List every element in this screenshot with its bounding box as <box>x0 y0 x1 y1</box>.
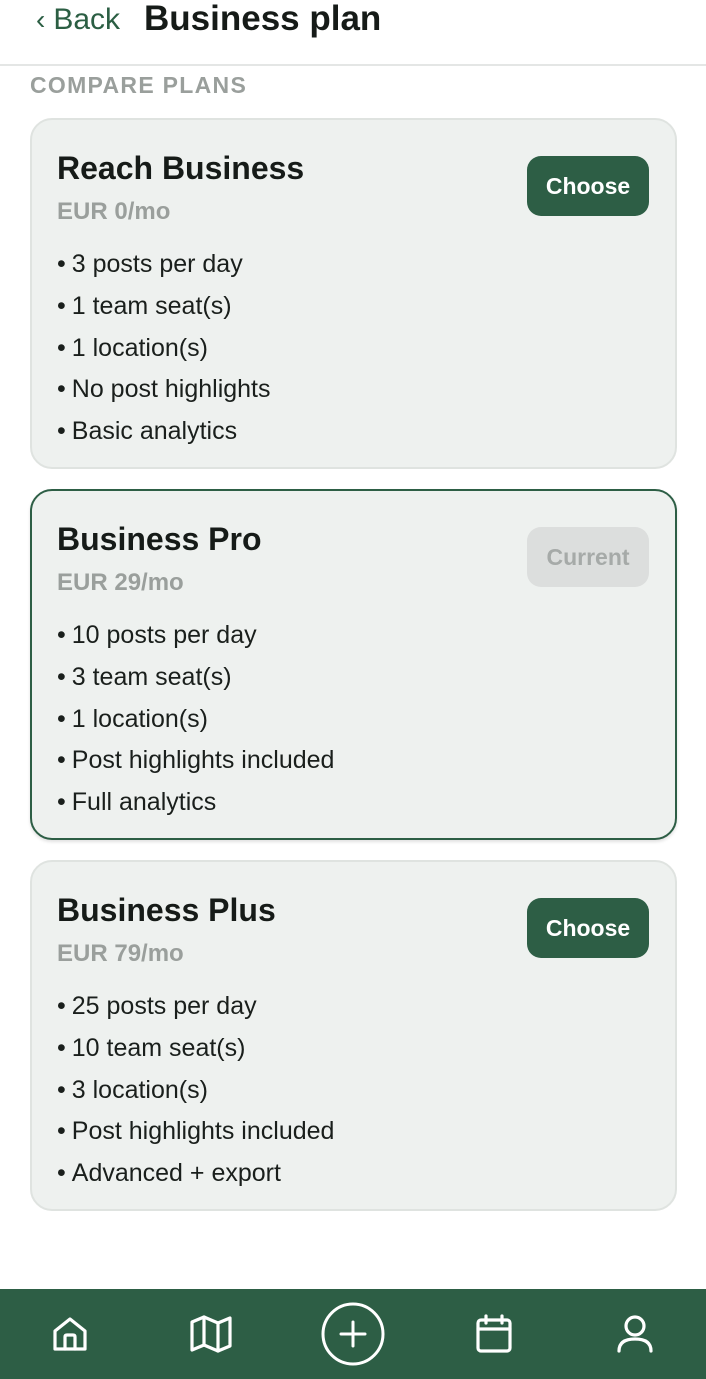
nav-calendar[interactable] <box>449 1289 539 1379</box>
plan-price: EUR 0/mo <box>57 198 171 225</box>
plan-feature: • Full analytics <box>57 788 217 816</box>
current-plan-button: Current <box>527 527 649 587</box>
plan-feature: • Advanced + export <box>57 1159 281 1187</box>
plan-feature: • 25 posts per day <box>57 992 257 1020</box>
plan-price: EUR 29/mo <box>57 569 184 596</box>
profile-icon <box>617 1315 653 1353</box>
nav-profile[interactable] <box>590 1289 680 1379</box>
top-bar: ‹ Back Business plan <box>0 0 706 66</box>
plan-feature-list: • 10 posts per day • 3 team seat(s) • 1 loc… <box>57 615 334 824</box>
plan-feature: • No post highlights <box>57 375 271 404</box>
plan-feature-list: • 3 posts per day • 1 team seat(s) • 1 loca… <box>57 244 271 453</box>
choose-plan-button[interactable]: Choose <box>527 156 649 216</box>
plan-feature: • 1 location(s) <box>57 333 208 362</box>
chevron-left-icon: ‹ <box>36 4 46 35</box>
back-button[interactable]: ‹ Back <box>36 0 120 40</box>
plan-name: Business Plus <box>57 892 276 928</box>
nav-create[interactable] <box>308 1289 398 1379</box>
plan-name: Reach Business <box>57 150 305 186</box>
home-icon <box>53 1317 87 1351</box>
plan-feature: • 3 team seat(s) <box>57 662 232 691</box>
plan-feature: • 3 posts per day <box>57 250 243 278</box>
choose-plan-button[interactable]: Choose <box>527 898 649 958</box>
map-icon <box>190 1315 232 1353</box>
plus-circle-icon <box>321 1302 385 1366</box>
plan-card-business-plus: Business Plus EUR 79/mo Choose • 25 posts… <box>30 860 677 1211</box>
plan-feature: • Post highlights included <box>57 1117 335 1146</box>
compare-plans-heading: COMPARE PLANS <box>30 72 248 98</box>
plan-feature: • 1 location(s) <box>57 704 208 733</box>
plan-card-business-pro: Business Pro EUR 29/mo Current • 10 posts… <box>30 489 677 840</box>
calendar-icon <box>476 1314 512 1353</box>
plan-name: Business Pro <box>57 521 262 557</box>
back-label: Back <box>53 3 121 36</box>
business-plan-screen: ‹ Back Business plan COMPARE PLANS Reach… <box>0 0 706 1379</box>
plan-feature: • 1 team seat(s) <box>57 291 232 320</box>
plan-feature: • 10 posts per day <box>57 621 257 649</box>
plan-feature: • 3 location(s) <box>57 1075 208 1104</box>
plan-feature: • Post highlights included <box>57 746 335 775</box>
nav-map[interactable] <box>166 1289 256 1379</box>
nav-home[interactable] <box>25 1289 115 1379</box>
plan-card-reach-business: Reach Business EUR 0/mo Choose • 3 posts … <box>30 118 677 469</box>
plan-price: EUR 79/mo <box>57 940 184 967</box>
bottom-nav-bar <box>0 1289 706 1379</box>
page-title: Business plan <box>144 0 382 38</box>
plan-feature: • 10 team seat(s) <box>57 1033 246 1062</box>
plan-feature-list: • 25 posts per day • 10 team seat(s) • 3 lo… <box>57 986 334 1195</box>
plan-feature: • Basic analytics <box>57 417 238 445</box>
